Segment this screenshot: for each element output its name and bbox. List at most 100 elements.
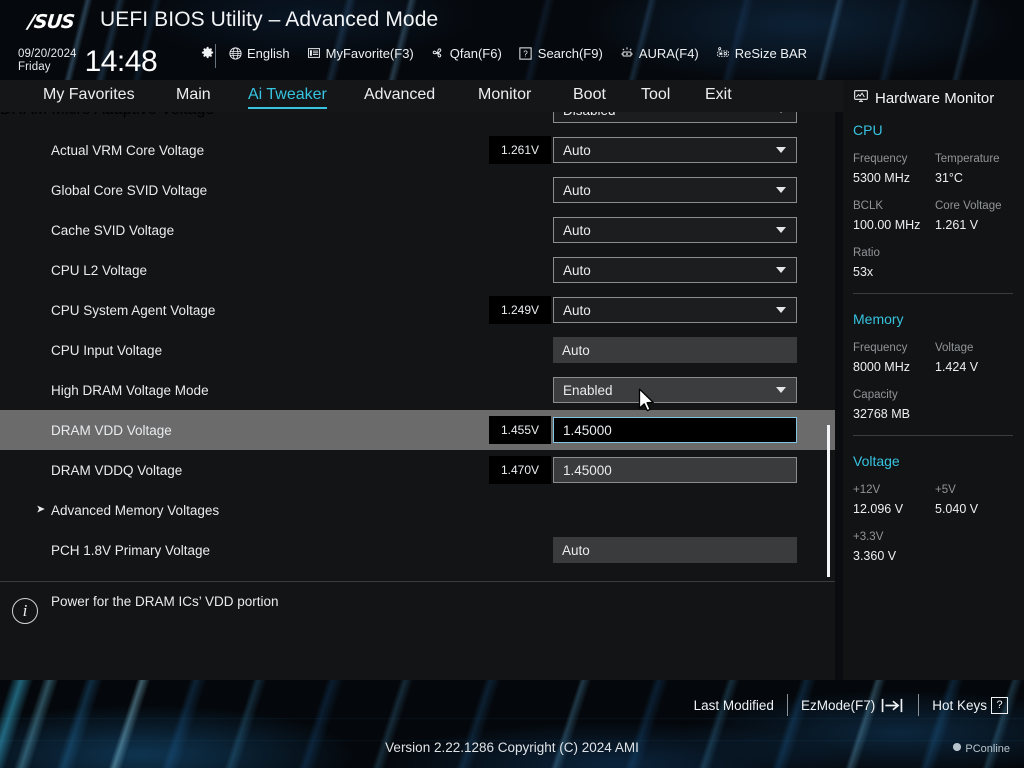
settings-list: DRAM Micro Adaptive Voltage Disabled Act… [0, 112, 835, 582]
language-button[interactable]: English [227, 45, 290, 61]
tab-advanced[interactable]: Advanced [364, 86, 435, 107]
setting-label: Advanced Memory Voltages [51, 502, 220, 518]
tab-boot[interactable]: Boot [573, 86, 606, 107]
setting-control[interactable]: 1.45000 [553, 457, 797, 483]
value-field[interactable]: Auto [553, 337, 797, 363]
dropdown-value: Auto [563, 302, 591, 318]
table-row[interactable]: Global Core SVID Voltage Auto [0, 170, 835, 210]
ezmode-button[interactable]: EzMode(F7) [801, 697, 905, 714]
table-row[interactable]: High DRAM Voltage Mode Enabled [0, 370, 835, 410]
value-input[interactable]: 1.45000 [553, 457, 797, 483]
value-field[interactable]: Auto [553, 537, 797, 563]
chevron-down-icon [776, 387, 786, 393]
scrollbar-thumb[interactable] [827, 425, 830, 577]
dropdown[interactable]: Disabled [553, 112, 797, 123]
svg-text:?: ? [524, 49, 529, 58]
hw-stat-row: BCLK 100.00 MHz Core Voltage 1.261 V [853, 197, 1018, 234]
dropdown[interactable]: Auto [553, 137, 797, 163]
help-text: Power for the DRAM ICs’ VDD portion [51, 594, 279, 609]
setting-control[interactable]: Auto [553, 337, 797, 363]
setting-control[interactable]: Auto [553, 137, 797, 163]
aura-light-icon [619, 45, 635, 61]
panel-divider [853, 293, 1013, 294]
hw-section-cpu: CPU [853, 122, 883, 138]
setting-label: CPU Input Voltage [51, 342, 163, 358]
setting-control[interactable]: Auto [553, 257, 797, 283]
table-row[interactable]: DRAM VDD Voltage 1.455V 1.45000 [0, 410, 835, 450]
enter-arrow-icon [879, 697, 905, 714]
tab-tool[interactable]: Tool [641, 86, 670, 107]
table-row[interactable]: Actual VRM Core Voltage 1.261V Auto [0, 130, 835, 170]
table-row[interactable]: CPU Input Voltage Auto [0, 330, 835, 370]
tab-ai-tweaker[interactable]: Ai Tweaker [248, 86, 327, 109]
input-value: 1.45000 [563, 422, 612, 438]
header-divider [215, 44, 216, 68]
page-title: UEFI BIOS Utility – Advanced Mode [100, 8, 439, 31]
dropdown[interactable]: Auto [553, 217, 797, 243]
datetime-display: 09/20/2024 Friday 14:48 [18, 44, 158, 77]
setting-control[interactable]: Auto [553, 537, 797, 563]
dropdown-value: Auto [563, 142, 591, 158]
tab-my-favorites[interactable]: My Favorites [43, 86, 135, 107]
value-input[interactable]: 1.45000 [553, 417, 797, 443]
resize-bar-button[interactable]: ReSize BAR [715, 45, 807, 61]
setting-control[interactable]: Auto [553, 297, 797, 323]
hw-stat: Frequency 8000 MHz [853, 339, 935, 376]
hw-stat: BCLK 100.00 MHz [853, 197, 935, 234]
hw-section-memory: Memory [853, 311, 904, 327]
monitor-icon [853, 88, 869, 108]
hw-stat-value: 32768 MB [853, 407, 910, 421]
hw-stat-key: Core Voltage [935, 200, 1002, 212]
hotkeys-button[interactable]: Hot Keys ? [932, 696, 1008, 714]
hw-stat: Frequency 5300 MHz [853, 150, 935, 187]
setting-control[interactable]: Auto [553, 217, 797, 243]
setting-label: Cache SVID Voltage [51, 222, 175, 238]
aura-button[interactable]: AURA(F4) [619, 45, 699, 61]
myfavorite-button[interactable]: MyFavorite(F3) [306, 45, 414, 61]
chevron-down-icon [776, 227, 786, 233]
bottom-bar: Last Modified EzMode(F7) Hot Keys ? Vers… [0, 680, 1024, 768]
dropdown[interactable]: Enabled [553, 377, 797, 403]
hw-stat-value: 5300 MHz [853, 171, 910, 185]
hw-stat-row: +12V 12.096 V +5V 5.040 V [853, 481, 1018, 518]
setting-control[interactable]: Enabled [553, 377, 797, 403]
table-row[interactable]: CPU L2 Voltage Auto [0, 250, 835, 290]
dropdown[interactable]: Auto [553, 177, 797, 203]
hw-stat-value: 100.00 MHz [853, 218, 921, 232]
table-row[interactable]: CPU System Agent Voltage 1.249V Auto [0, 290, 835, 330]
hw-stat-key: Voltage [935, 342, 974, 354]
info-icon: i [12, 598, 38, 624]
setting-control[interactable]: Disabled [553, 112, 797, 123]
bottom-divider-1 [786, 694, 788, 716]
table-row[interactable]: DRAM VDDQ Voltage 1.470V 1.45000 [0, 450, 835, 490]
last-modified-button[interactable]: Last Modified [694, 698, 774, 713]
table-row[interactable]: ➤ Advanced Memory Voltages [0, 490, 835, 530]
tab-main[interactable]: Main [176, 86, 211, 107]
hw-stat-row: Frequency 8000 MHz Voltage 1.424 V [853, 339, 1018, 376]
hw-stat: +12V 12.096 V [853, 481, 935, 518]
table-row-clipped[interactable]: DRAM Micro Adaptive Voltage Disabled [0, 112, 835, 130]
header-bar: /SUS UEFI BIOS Utility – Advanced Mode 0… [0, 0, 1024, 80]
bottom-actions: Last Modified EzMode(F7) Hot Keys ? [694, 694, 1008, 716]
setting-control[interactable]: Auto [553, 177, 797, 203]
search-button[interactable]: ? Search(F9) [518, 45, 603, 61]
gear-icon[interactable] [200, 45, 215, 60]
fan-icon [430, 45, 446, 61]
setting-control[interactable]: 1.45000 [553, 417, 797, 443]
table-row[interactable]: PCH 1.8V Primary Voltage Auto [0, 530, 835, 570]
dropdown[interactable]: Auto [553, 297, 797, 323]
hw-stat-key: Capacity [853, 389, 898, 401]
hw-stat-key: +3.3V [853, 531, 884, 543]
qfan-button[interactable]: Qfan(F6) [430, 45, 502, 61]
ezmode-label: EzMode(F7) [800, 697, 876, 713]
field-value: Auto [562, 542, 590, 558]
dropdown[interactable]: Auto [553, 257, 797, 283]
hw-stat-key: Ratio [853, 247, 880, 259]
hw-stat: Ratio 53x [853, 244, 935, 281]
hw-stat-row: +3.3V 3.360 V [853, 528, 1018, 565]
tab-exit[interactable]: Exit [705, 86, 732, 107]
tab-monitor[interactable]: Monitor [478, 86, 531, 107]
hw-stat-value: 3.360 V [853, 549, 897, 563]
table-row[interactable]: Cache SVID Voltage Auto [0, 210, 835, 250]
voltage-readout: 1.249V [489, 296, 551, 324]
